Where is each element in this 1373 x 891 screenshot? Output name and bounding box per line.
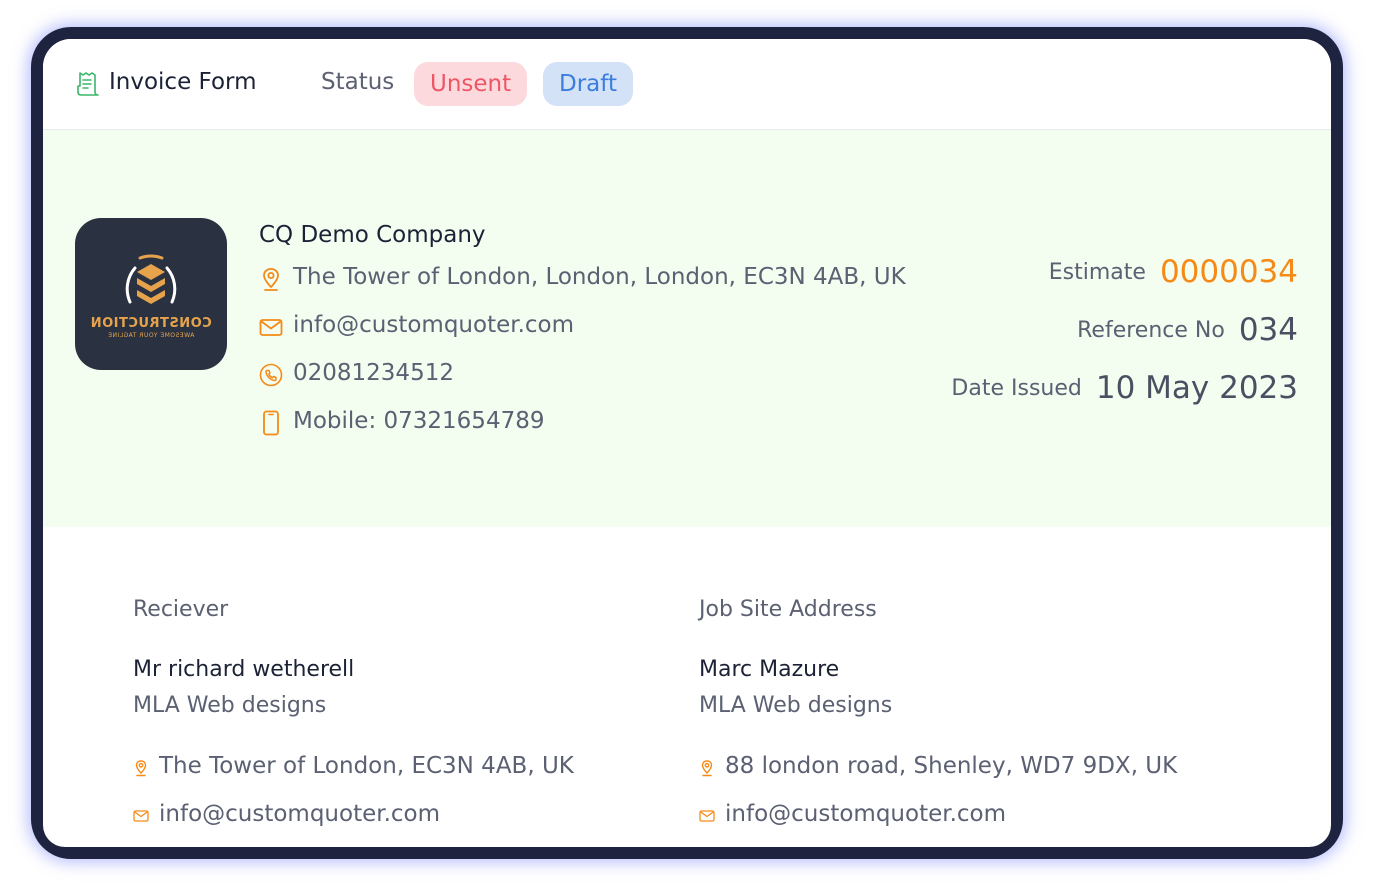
top-bar: Invoice Form Status Unsent Draft [43, 39, 1331, 130]
date-issued-value: 10 May 2023 [1095, 370, 1298, 406]
receiver-heading: Reciever [133, 597, 229, 622]
mobile-icon [263, 410, 279, 436]
job-site-address: 88 london road, Shenley, WD7 9DX, UK [725, 753, 1178, 779]
job-site-name: Marc Mazure [699, 657, 840, 682]
logo-text: CONSTRUCTION [90, 316, 212, 331]
reference-number: 034 [1238, 312, 1298, 348]
location-pin-icon [701, 760, 713, 777]
estimate-number: 0000034 [1159, 254, 1298, 290]
estimate-row: Estimate 0000034 [1049, 254, 1298, 290]
receiver-address: The Tower of London, EC3N 4AB, UK [159, 753, 574, 779]
company-phone[interactable]: 02081234512 [293, 360, 454, 386]
logo-tagline: AWESOME YOUR TAGLINE [107, 332, 195, 339]
logo-emblem [125, 254, 177, 304]
job-site-heading: Job Site Address [699, 597, 877, 622]
receiver-name: Mr richard wetherell [133, 657, 355, 682]
device-frame: Invoice Form Status Unsent Draft CONSTRU… [31, 27, 1343, 859]
status-label: Status [321, 69, 395, 95]
page-title: Invoice Form [109, 69, 257, 95]
invoice-form-screen: Invoice Form Status Unsent Draft CONSTRU… [43, 39, 1331, 847]
location-pin-icon [263, 268, 279, 291]
date-issued-label: Date Issued [951, 375, 1082, 401]
company-name: CQ Demo Company [259, 222, 486, 248]
reference-label: Reference No [1077, 317, 1225, 343]
date-issued-row: Date Issued 10 May 2023 [951, 370, 1298, 406]
status-badge-draft[interactable]: Draft [543, 62, 633, 106]
mail-icon [133, 810, 149, 822]
job-site-email[interactable]: info@customquoter.com [725, 801, 1006, 827]
company-address: The Tower of London, London, London, EC3… [293, 264, 906, 290]
company-logo: CONSTRUCTION AWESOME YOUR TAGLINE [75, 218, 227, 370]
company-mobile[interactable]: Mobile: 07321654789 [293, 408, 544, 434]
estimate-label: Estimate [1048, 259, 1146, 285]
receiver-company: MLA Web designs [133, 693, 327, 718]
location-pin-icon [135, 760, 147, 777]
status-badge-unsent[interactable]: Unsent [414, 62, 528, 106]
company-panel: CONSTRUCTION AWESOME YOUR TAGLINE CQ Dem… [43, 130, 1331, 527]
receipt-icon [77, 72, 99, 96]
mail-icon [699, 810, 715, 822]
phone-icon [259, 363, 283, 387]
mail-icon [259, 319, 283, 336]
receiver-email[interactable]: info@customquoter.com [159, 801, 440, 827]
company-email[interactable]: info@customquoter.com [293, 312, 574, 338]
reference-row: Reference No 034 [1077, 312, 1298, 348]
job-site-company: MLA Web designs [699, 693, 893, 718]
